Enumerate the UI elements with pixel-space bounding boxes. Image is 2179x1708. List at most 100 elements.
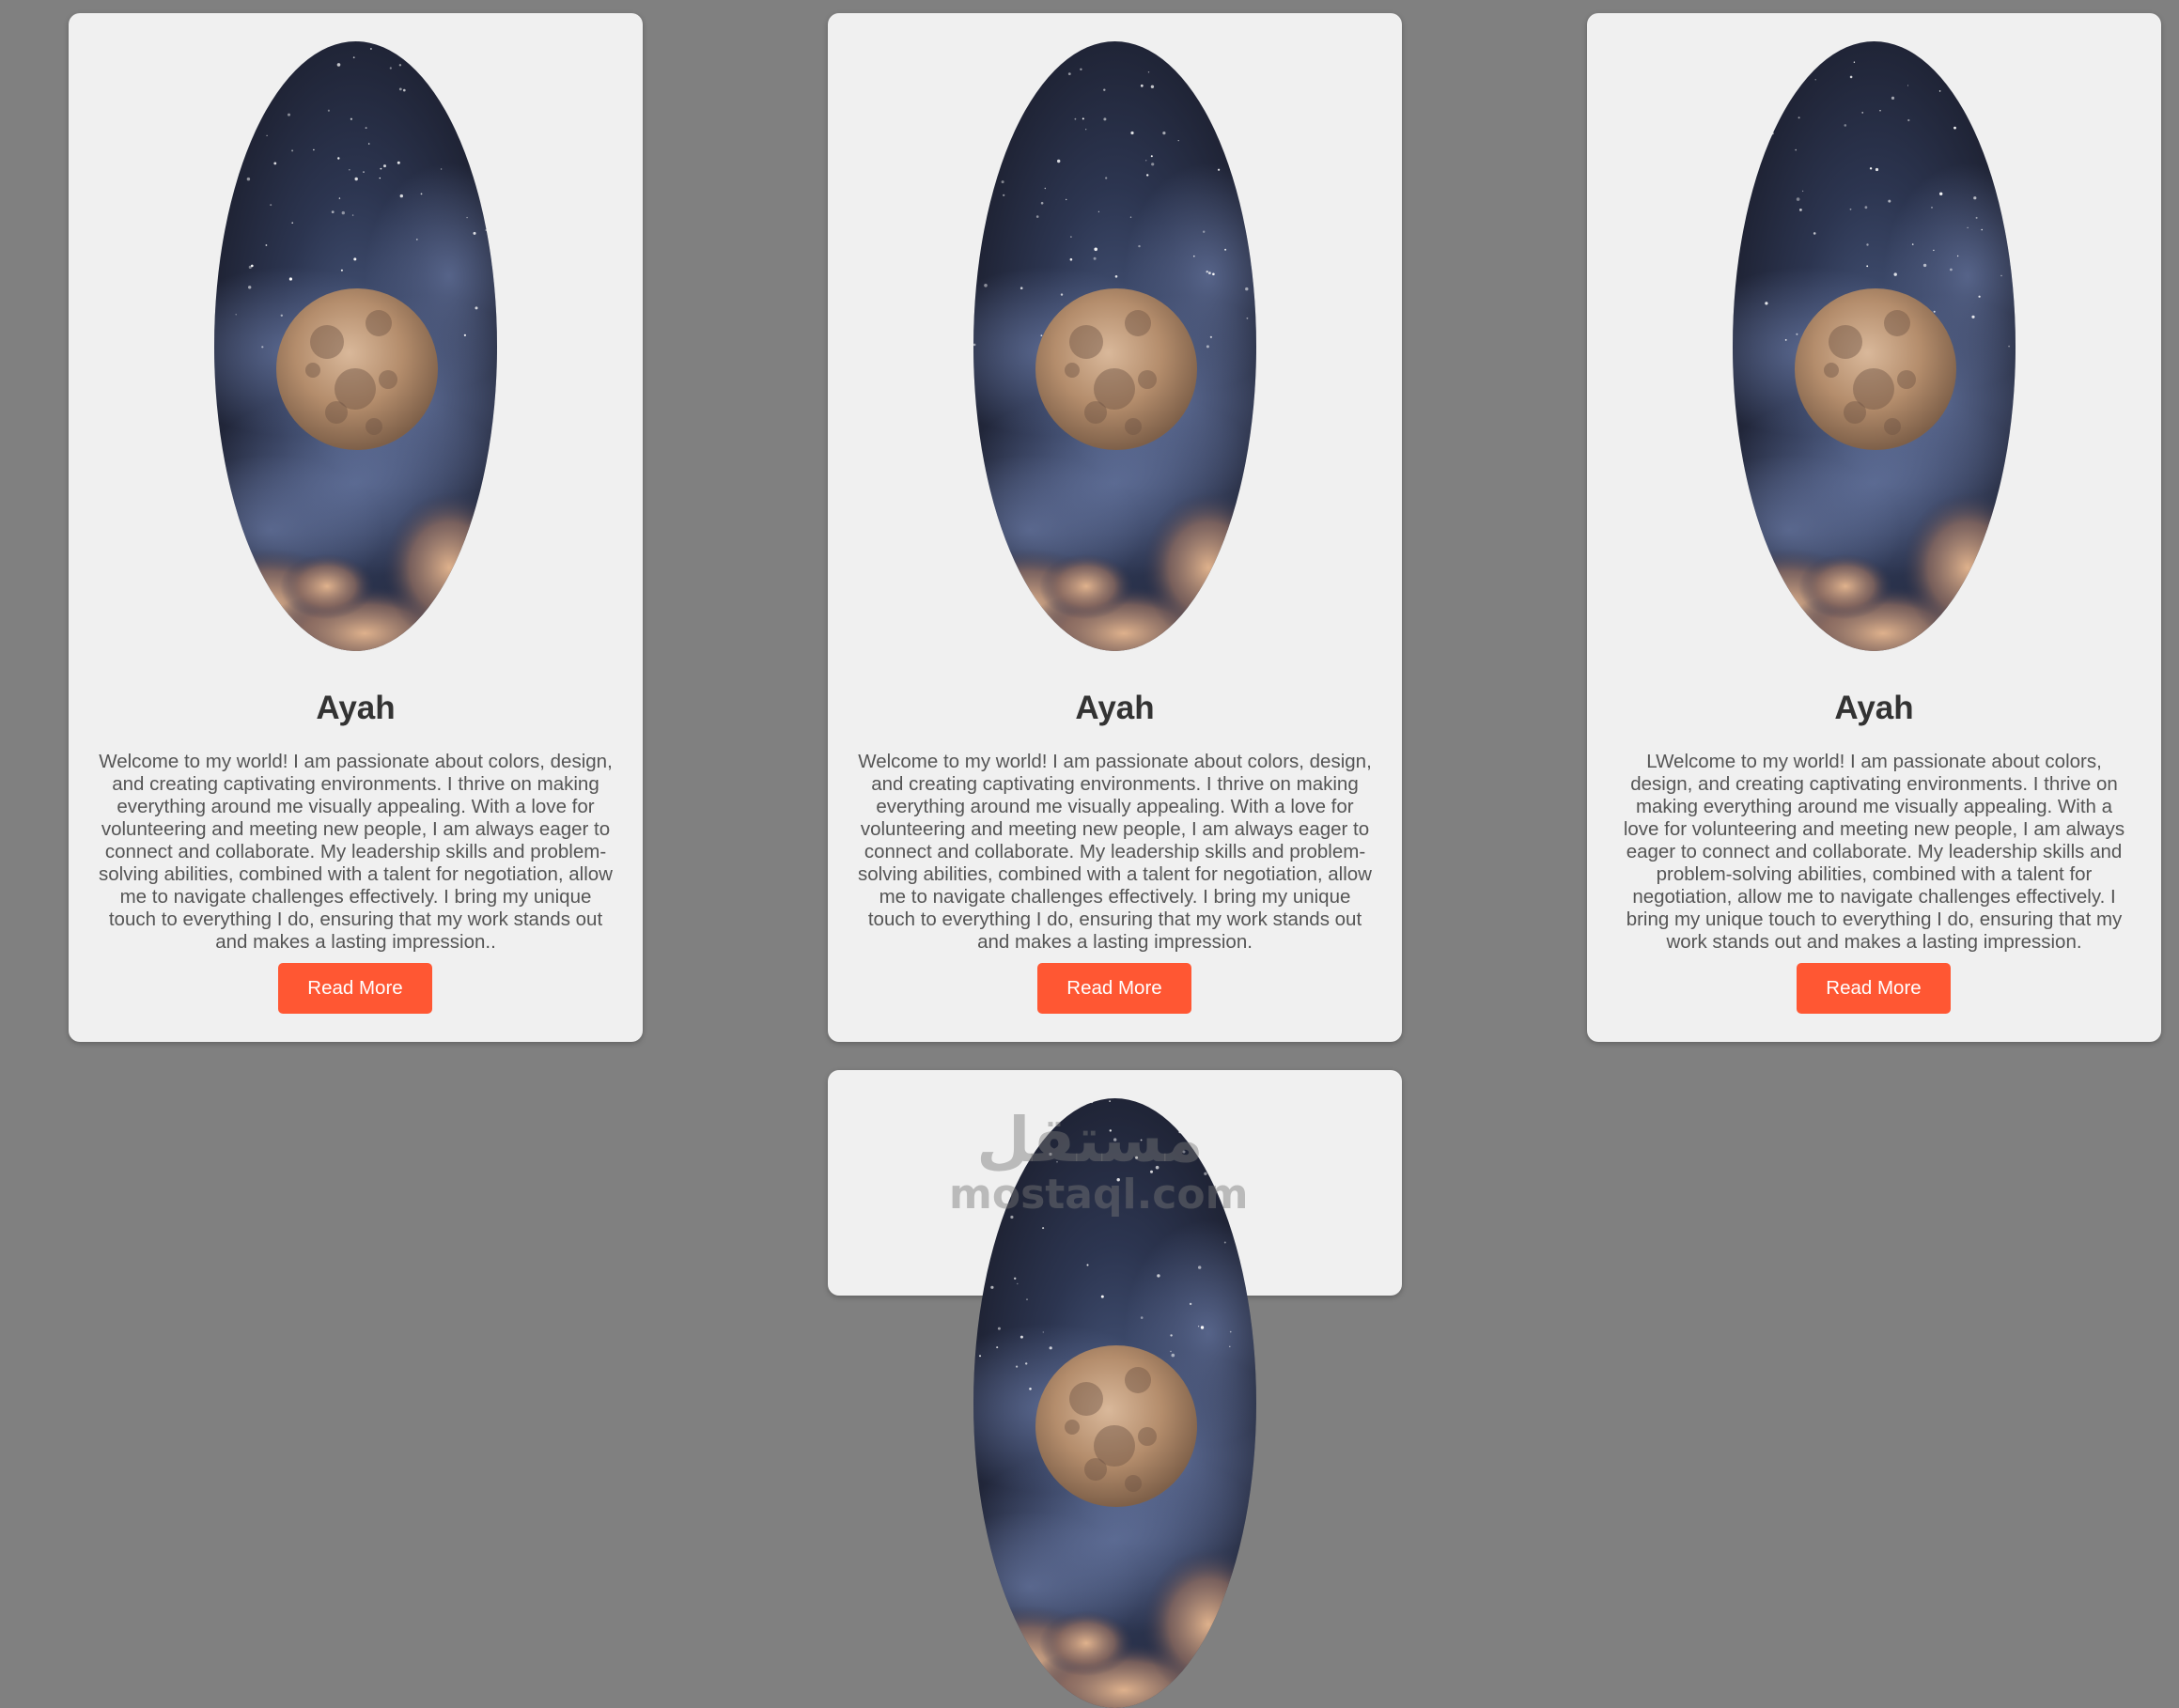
- star: [1864, 206, 1868, 210]
- star: [1040, 334, 1043, 336]
- star: [2008, 345, 2010, 348]
- star: [1981, 228, 1983, 231]
- star: [1049, 1346, 1052, 1350]
- star: [1907, 118, 1910, 122]
- profile-bio: LWelcome to my world! I am passionate ab…: [1623, 751, 2125, 953]
- warm-cloud: [1798, 553, 1892, 619]
- star: [288, 277, 292, 281]
- star: [1879, 110, 1881, 112]
- star: [251, 109, 254, 112]
- star: [1733, 219, 1735, 223]
- warm-cloud: [973, 605, 1049, 651]
- warm-cloud: [1733, 605, 1808, 651]
- moon-portrait-image: [973, 1098, 1256, 1708]
- profile-card: Ayah Welcome to my world! I am passionat…: [69, 13, 643, 1042]
- star: [369, 48, 372, 50]
- star: [1218, 168, 1221, 171]
- star: [398, 87, 402, 91]
- star: [1056, 1161, 1058, 1163]
- star: [1224, 248, 1227, 251]
- star: [1129, 216, 1132, 218]
- star: [1100, 1295, 1104, 1298]
- star: [1229, 1345, 1231, 1347]
- star: [1003, 194, 1005, 196]
- star: [235, 314, 237, 316]
- star: [1009, 1153, 1013, 1157]
- star: [2000, 274, 2002, 277]
- star: [1240, 1199, 1243, 1203]
- star: [1171, 1353, 1175, 1358]
- star: [1182, 1150, 1186, 1154]
- star: [280, 314, 283, 317]
- star: [466, 216, 468, 219]
- read-more-button[interactable]: Read More: [1797, 963, 1951, 1014]
- star: [1157, 1274, 1160, 1278]
- star: [1795, 148, 1797, 151]
- star: [1246, 317, 1249, 319]
- star: [1146, 174, 1149, 177]
- star: [1082, 117, 1084, 120]
- star: [261, 346, 264, 349]
- star: [1113, 1138, 1117, 1141]
- star: [1770, 132, 1774, 135]
- star: [246, 177, 251, 181]
- star: [1844, 124, 1847, 127]
- star: [980, 214, 984, 218]
- moon-portrait-image: [214, 41, 497, 651]
- star: [389, 67, 392, 70]
- star: [1009, 43, 1013, 47]
- read-more-button[interactable]: Read More: [278, 963, 432, 1014]
- star: [291, 222, 293, 224]
- star: [1198, 1326, 1200, 1328]
- star: [306, 49, 309, 51]
- star: [1042, 1227, 1045, 1230]
- star: [1223, 1241, 1226, 1244]
- star: [1801, 190, 1804, 193]
- star: [1799, 209, 1802, 211]
- star: [1040, 201, 1044, 205]
- star: [1244, 1129, 1247, 1132]
- star: [994, 1131, 996, 1133]
- star: [1026, 1298, 1028, 1300]
- star: [1875, 167, 1879, 172]
- moon-portrait-image: [973, 41, 1256, 651]
- star: [974, 1157, 976, 1159]
- star: [1933, 249, 1935, 252]
- star: [1010, 1215, 1014, 1219]
- star: [1094, 247, 1097, 252]
- star: [265, 244, 268, 246]
- star: [1955, 47, 1958, 51]
- star: [415, 239, 418, 241]
- profile-name: Ayah: [1834, 690, 1914, 726]
- star: [1057, 159, 1061, 163]
- star: [1019, 287, 1023, 290]
- star: [1971, 315, 1975, 318]
- star: [226, 167, 229, 171]
- star: [1250, 1240, 1252, 1243]
- star: [1116, 1178, 1120, 1182]
- star: [437, 83, 439, 85]
- star: [1109, 1129, 1112, 1132]
- star: [313, 148, 315, 151]
- profile-bio: Welcome to my world! I am passionate abo…: [99, 751, 613, 953]
- star: [353, 257, 357, 261]
- star: [1019, 1335, 1023, 1339]
- star: [331, 210, 335, 214]
- star: [1770, 119, 1773, 123]
- star: [988, 119, 991, 122]
- star: [337, 157, 340, 160]
- moon-crater: [1069, 1382, 1103, 1416]
- star: [327, 109, 330, 112]
- star: [1853, 61, 1856, 63]
- moon-crater: [1829, 325, 1862, 359]
- read-more-button[interactable]: Read More: [1037, 963, 1191, 1014]
- star: [1978, 295, 1981, 298]
- star: [1866, 243, 1869, 246]
- warm-cloud: [214, 605, 289, 651]
- star: [1758, 105, 1762, 109]
- star: [1212, 272, 1215, 276]
- star: [1017, 1282, 1019, 1285]
- star: [403, 88, 406, 92]
- star: [1933, 310, 1936, 313]
- star: [1931, 207, 1933, 209]
